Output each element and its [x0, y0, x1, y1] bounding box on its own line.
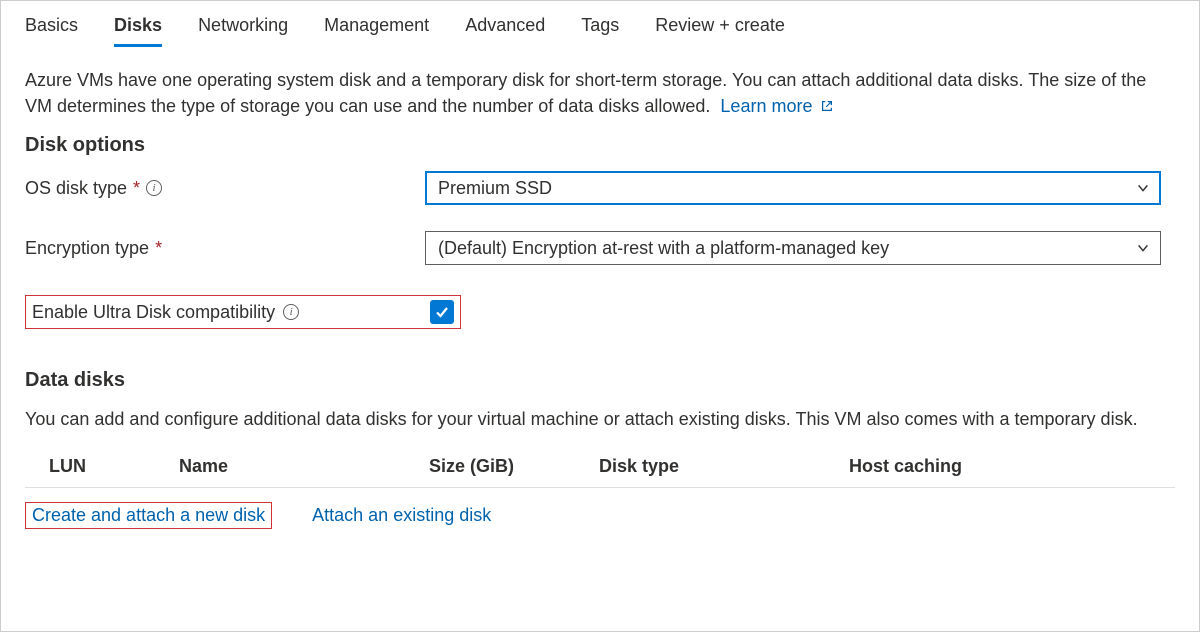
info-icon[interactable]: i [283, 304, 299, 320]
tab-management[interactable]: Management [324, 11, 429, 46]
tab-advanced[interactable]: Advanced [465, 11, 545, 46]
data-disk-actions: Create and attach a new disk Attach an e… [25, 488, 1175, 529]
wizard-tabs: Basics Disks Networking Management Advan… [1, 1, 1199, 47]
tab-basics[interactable]: Basics [25, 11, 78, 46]
encryption-type-value: (Default) Encryption at-rest with a plat… [438, 238, 889, 259]
intro-text: Azure VMs have one operating system disk… [25, 67, 1175, 120]
tab-content: Azure VMs have one operating system disk… [1, 47, 1199, 529]
data-disks-table-header: LUN Name Size (GiB) Disk type Host cachi… [25, 450, 1175, 488]
tab-disks[interactable]: Disks [114, 11, 162, 46]
os-disk-type-label: OS disk type * i [25, 178, 425, 199]
required-marker: * [155, 238, 162, 259]
col-lun: LUN [49, 456, 179, 477]
create-attach-highlight: Create and attach a new disk [25, 502, 272, 529]
info-icon[interactable]: i [146, 180, 162, 196]
data-disks-heading: Data disks [25, 369, 1175, 392]
encryption-type-label: Encryption type * [25, 238, 425, 259]
encryption-type-row: Encryption type * (Default) Encryption a… [25, 231, 1175, 265]
encryption-type-select[interactable]: (Default) Encryption at-rest with a plat… [425, 231, 1161, 265]
os-disk-type-value: Premium SSD [438, 178, 552, 199]
chevron-down-icon [1136, 181, 1150, 195]
os-disk-type-select[interactable]: Premium SSD [425, 171, 1161, 205]
col-disk-type: Disk type [599, 456, 849, 477]
ultra-disk-row: Enable Ultra Disk compatibility i [25, 295, 1175, 329]
disk-options-heading: Disk options [25, 134, 1175, 157]
learn-more-link[interactable]: Learn more [720, 96, 833, 116]
col-name: Name [179, 456, 429, 477]
intro-body: Azure VMs have one operating system disk… [25, 70, 1146, 116]
col-size: Size (GiB) [429, 456, 599, 477]
ultra-disk-label: Enable Ultra Disk compatibility [32, 302, 275, 323]
external-link-icon [820, 94, 834, 120]
ultra-disk-checkbox[interactable] [430, 300, 454, 324]
data-disks-description: You can add and configure additional dat… [25, 406, 1175, 432]
create-attach-disk-link[interactable]: Create and attach a new disk [32, 505, 265, 525]
chevron-down-icon [1136, 241, 1150, 255]
attach-existing-disk-link[interactable]: Attach an existing disk [312, 505, 491, 526]
required-marker: * [133, 178, 140, 199]
tab-networking[interactable]: Networking [198, 11, 288, 46]
ultra-disk-highlight: Enable Ultra Disk compatibility i [25, 295, 461, 329]
tab-review-create[interactable]: Review + create [655, 11, 785, 46]
os-disk-type-row: OS disk type * i Premium SSD [25, 171, 1175, 205]
disks-config-panel: Basics Disks Networking Management Advan… [0, 0, 1200, 632]
tab-tags[interactable]: Tags [581, 11, 619, 46]
col-host-caching: Host caching [849, 456, 1171, 477]
